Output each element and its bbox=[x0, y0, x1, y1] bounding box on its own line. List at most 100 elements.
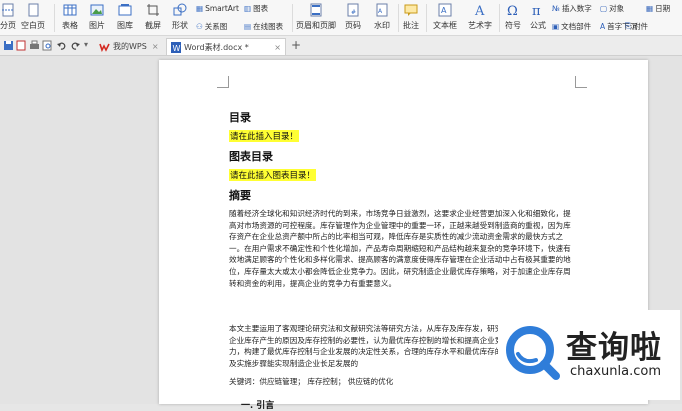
close-icon[interactable]: × bbox=[274, 43, 281, 52]
save-icon[interactable] bbox=[3, 40, 14, 51]
print-preview-icon[interactable] bbox=[42, 40, 53, 51]
comment-button[interactable]: 批注 bbox=[400, 1, 422, 35]
blank-page-icon bbox=[24, 2, 42, 17]
screenshot-button[interactable]: 截屏 bbox=[140, 1, 166, 35]
ribbon-divider bbox=[499, 4, 500, 32]
shape-button[interactable]: 形状 bbox=[167, 1, 193, 35]
document-tab-bar: ▾ 我的WPS × W Word素材.docx * × + bbox=[0, 36, 682, 56]
ribbon-toolbar: 分页 空白页 表格 图片 图库 截屏 形状 ▦ SmartArt ▥ 图表 ⚇ 关系图… bbox=[0, 0, 682, 36]
gallery-button[interactable]: 图库 bbox=[112, 1, 138, 35]
ribbon-divider bbox=[426, 4, 427, 32]
keywords-line[interactable]: 关键词：供应链管理； 库存控制； 供应链的优化 bbox=[229, 376, 519, 388]
margin-corner-marker bbox=[217, 76, 229, 88]
gallery-icon bbox=[116, 2, 134, 17]
page-number-label: 页码 bbox=[345, 21, 361, 30]
abstract-paragraph[interactable]: 随着经济全球化和知识经济时代的到来，市场竞争日益激烈，这要求企业经营更加深入化和… bbox=[229, 208, 577, 289]
wps-logo-icon bbox=[99, 43, 110, 52]
chart-label: 图表 bbox=[253, 3, 269, 13]
header-footer-button[interactable]: 页眉和页脚 bbox=[296, 1, 336, 35]
comment-label: 批注 bbox=[403, 21, 419, 30]
chart-button[interactable]: ▥ 图表 bbox=[244, 2, 268, 14]
search-magnifier-logo-icon bbox=[506, 326, 560, 380]
object-button[interactable]: ▢ 对象 bbox=[600, 2, 624, 14]
svg-text:#: # bbox=[351, 9, 356, 16]
tab-my-wps[interactable]: 我的WPS × bbox=[95, 38, 163, 55]
svg-text:π: π bbox=[532, 4, 541, 17]
picture-icon bbox=[88, 2, 106, 17]
svg-text:W: W bbox=[173, 44, 181, 53]
textbox-button[interactable]: A 文本框 bbox=[430, 1, 460, 35]
abstract-text: 随着经济全球化和知识经济时代的到来，市场竞争日益激烈，这要求企业经营更加深入化和… bbox=[229, 209, 571, 288]
page-number-icon: # bbox=[344, 2, 362, 17]
word-document-icon: W bbox=[171, 41, 181, 53]
object-label: 对象 bbox=[609, 3, 625, 13]
wordart-icon: A bbox=[471, 2, 489, 17]
watermark-title: 查询啦 bbox=[566, 330, 662, 366]
comment-icon bbox=[402, 2, 420, 17]
tab-word-document-label: Word素材.docx * bbox=[184, 42, 249, 52]
document-parts-icon: ▣ bbox=[552, 21, 560, 31]
textbox-label: 文本框 bbox=[433, 21, 457, 30]
wordart-button[interactable]: A 艺术字 bbox=[464, 1, 496, 35]
print-icon[interactable] bbox=[29, 40, 40, 51]
attachment-label: 附件 bbox=[633, 21, 648, 31]
relation-icon: ⚇ bbox=[196, 21, 203, 31]
document-parts-label: 文档部件 bbox=[561, 21, 592, 31]
watermark-label: 水印 bbox=[374, 21, 390, 30]
gallery-label: 图库 bbox=[117, 21, 133, 30]
tab-my-wps-label: 我的WPS bbox=[113, 42, 147, 51]
smartart-button[interactable]: ▦ SmartArt bbox=[196, 2, 239, 14]
online-chart-button[interactable]: ▤ 在线图表 bbox=[244, 20, 283, 32]
margin-corner-marker bbox=[575, 76, 587, 88]
new-tab-button[interactable]: + bbox=[291, 38, 301, 52]
formula-button[interactable]: π 公式 bbox=[527, 1, 549, 35]
export-pdf-icon[interactable] bbox=[16, 40, 27, 51]
watermark-icon: A bbox=[373, 2, 391, 17]
picture-label: 图片 bbox=[89, 21, 105, 30]
blank-page-button[interactable]: 空白页 bbox=[18, 1, 48, 35]
page-number-button[interactable]: # 页码 bbox=[340, 1, 366, 35]
date-label: 日期 bbox=[655, 3, 671, 13]
shape-icon bbox=[171, 2, 189, 17]
table-label: 表格 bbox=[62, 21, 78, 30]
symbol-button[interactable]: Ω 符号 bbox=[502, 1, 524, 35]
omega-icon: Ω bbox=[504, 2, 522, 17]
page-break-button[interactable]: 分页 bbox=[0, 1, 16, 35]
insert-number-label: 插入数字 bbox=[561, 3, 592, 13]
symbol-label: 符号 bbox=[505, 21, 521, 30]
figure-toc-placeholder[interactable]: 请在此插入图表目录！ bbox=[229, 169, 317, 181]
relation-label: 关系图 bbox=[204, 21, 228, 31]
attachment-button[interactable]: ⎘ 附件 bbox=[625, 20, 648, 32]
relation-chart-button[interactable]: ⚇ 关系图 bbox=[196, 20, 227, 32]
date-button[interactable]: ▦ 日期 bbox=[646, 2, 670, 14]
ribbon-divider bbox=[292, 4, 293, 32]
formula-label: 公式 bbox=[530, 21, 546, 30]
pi-icon: π bbox=[529, 2, 547, 17]
blank-page-label: 空白页 bbox=[21, 21, 45, 30]
toc-placeholder[interactable]: 请在此插入目录！ bbox=[229, 130, 300, 142]
undo-icon[interactable] bbox=[56, 40, 67, 51]
shape-label: 形状 bbox=[172, 21, 188, 30]
quick-access-dropdown-icon[interactable]: ▾ bbox=[84, 40, 88, 49]
svg-text:Ω: Ω bbox=[507, 4, 518, 17]
insert-number-icon: № bbox=[552, 3, 560, 13]
redo-icon[interactable] bbox=[70, 40, 81, 51]
wordart-label: 艺术字 bbox=[468, 21, 492, 30]
watermark-button[interactable]: A 水印 bbox=[369, 1, 395, 35]
figure-toc-heading: 图表目录 bbox=[229, 150, 273, 163]
chart-icon: ▥ bbox=[244, 3, 252, 13]
picture-button[interactable]: 图片 bbox=[85, 1, 109, 35]
tab-word-document[interactable]: W Word素材.docx * × bbox=[166, 38, 286, 55]
next-section-heading: 一. 引言 bbox=[241, 401, 275, 411]
body-paragraph[interactable]: 本文主要运用了客观理论研究法和文献研究法等研究方法，从库存及库存发，研究制造企业… bbox=[229, 323, 519, 369]
smartart-label: SmartArt bbox=[205, 3, 239, 13]
header-footer-label: 页眉和页脚 bbox=[296, 21, 336, 30]
svg-text:A: A bbox=[474, 4, 485, 17]
body-text: 本文主要运用了客观理论研究法和文献研究法等研究方法，从库存及库存发，研究制造企业… bbox=[229, 324, 518, 368]
close-icon[interactable]: × bbox=[152, 42, 159, 51]
table-button[interactable]: 表格 bbox=[58, 1, 82, 35]
document-parts-button[interactable]: ▣ 文档部件 bbox=[552, 20, 591, 32]
site-watermark: 查询啦 chaxunla.com bbox=[498, 310, 680, 400]
smartart-icon: ▦ bbox=[196, 3, 204, 13]
insert-number-button[interactable]: № 插入数字 bbox=[552, 2, 592, 14]
